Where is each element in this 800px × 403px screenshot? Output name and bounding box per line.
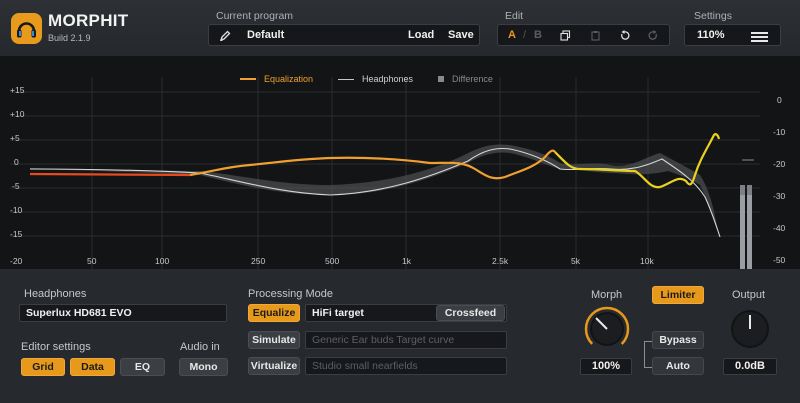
y-tick-right: -30 (773, 191, 786, 201)
zoom-level[interactable]: 110% (697, 29, 725, 41)
output-label: Output (732, 289, 766, 301)
virtualize-button[interactable]: Virtualize (248, 357, 300, 375)
processing-mode-label: Processing Mode (248, 288, 333, 300)
y-tick-right: -10 (773, 127, 786, 137)
y-tick-right: -50 (773, 255, 786, 265)
redo-icon[interactable] (641, 25, 665, 45)
legend-difference[interactable]: Difference (438, 74, 493, 84)
control-panel: Headphones Superlux HD681 EVO Editor set… (0, 269, 800, 403)
copy-icon[interactable] (553, 25, 577, 45)
x-tick: 250 (251, 256, 266, 266)
x-tick: 5k (571, 256, 580, 266)
legend-equalization-swatch (240, 78, 256, 80)
header-bar: MORPHIT Build 2.1.9 Current program Defa… (0, 0, 800, 57)
y-tick-right: -40 (773, 223, 786, 233)
app-build-version: Build 2.1.9 (48, 33, 91, 43)
program-name: Default (247, 29, 285, 41)
y-tick-right: 0 (777, 95, 782, 105)
output-value[interactable]: 0.0dB (723, 358, 777, 375)
mono-toggle[interactable]: Mono (179, 358, 228, 376)
simulate-target-selector[interactable]: Generic Ear buds Target curve (305, 331, 507, 349)
settings-control[interactable]: 110% (684, 24, 781, 46)
morph-label: Morph (591, 289, 623, 301)
x-tick: 1k (402, 256, 411, 266)
y-tick-right: -20 (773, 159, 786, 169)
virtualize-target-selector[interactable]: Studio small nearfields (305, 357, 507, 375)
legend-equalization[interactable]: Equalization (240, 74, 313, 84)
x-tick: 50 (87, 256, 97, 266)
crossfeed-button[interactable]: Crossfeed (436, 305, 505, 321)
bypass-button[interactable]: Bypass (652, 331, 704, 349)
x-tick: 500 (325, 256, 340, 266)
y-tick-left: -20 (10, 256, 23, 266)
paste-icon[interactable] (583, 25, 607, 45)
edit-toolbar: A / B (497, 24, 670, 46)
y-tick-left: +15 (10, 85, 25, 95)
simulate-button[interactable]: Simulate (248, 331, 300, 349)
morph-knob[interactable] (584, 306, 630, 357)
y-tick-left: +10 (10, 109, 25, 119)
y-tick-left: 0 (14, 157, 19, 167)
x-tick: 2.5k (492, 256, 509, 266)
ab-b-button[interactable]: B (526, 25, 550, 45)
ab-a-button[interactable]: A (500, 25, 524, 45)
eq-toggle[interactable]: EQ (120, 358, 165, 376)
y-tick-left: +5 (10, 133, 20, 143)
hamburger-menu-icon[interactable] (751, 30, 769, 48)
frequency-response-graph[interactable]: Equalization Headphones Difference +15 +… (0, 57, 800, 269)
legend-headphones[interactable]: Headphones (338, 74, 413, 84)
limiter-button[interactable]: Limiter (652, 286, 704, 304)
legend-difference-swatch (438, 76, 444, 82)
program-selector[interactable]: Default Load Save (208, 24, 480, 46)
headphones-selector[interactable]: Superlux HD681 EVO (19, 304, 227, 322)
x-tick: 10k (640, 256, 654, 266)
y-tick-left: -15 (10, 229, 23, 239)
edit-label: Edit (505, 10, 524, 22)
output-knob[interactable] (727, 306, 773, 357)
headphones-logo-icon (11, 13, 42, 44)
y-tick-left: -5 (12, 181, 20, 191)
data-toggle[interactable]: Data (70, 358, 115, 376)
audio-in-label: Audio in (180, 341, 220, 353)
pencil-icon[interactable] (219, 29, 231, 47)
bypass-auto-bracket (644, 341, 652, 368)
load-button[interactable]: Load (408, 29, 434, 41)
editor-settings-label: Editor settings (21, 341, 91, 353)
legend-headphones-swatch (338, 78, 354, 80)
grid-toggle[interactable]: Grid (21, 358, 65, 376)
save-button[interactable]: Save (448, 29, 474, 41)
app-title: MORPHIT (48, 11, 129, 30)
program-label: Current program (216, 10, 294, 22)
graph-canvas (10, 77, 760, 269)
y-tick-left: -10 (10, 205, 23, 215)
x-tick: 100 (155, 256, 170, 266)
morph-value[interactable]: 100% (580, 358, 632, 375)
equalize-button[interactable]: Equalize (248, 304, 300, 322)
undo-icon[interactable] (612, 25, 636, 45)
headphones-label: Headphones (24, 288, 87, 300)
auto-button[interactable]: Auto (652, 357, 704, 375)
settings-label: Settings (694, 10, 732, 22)
